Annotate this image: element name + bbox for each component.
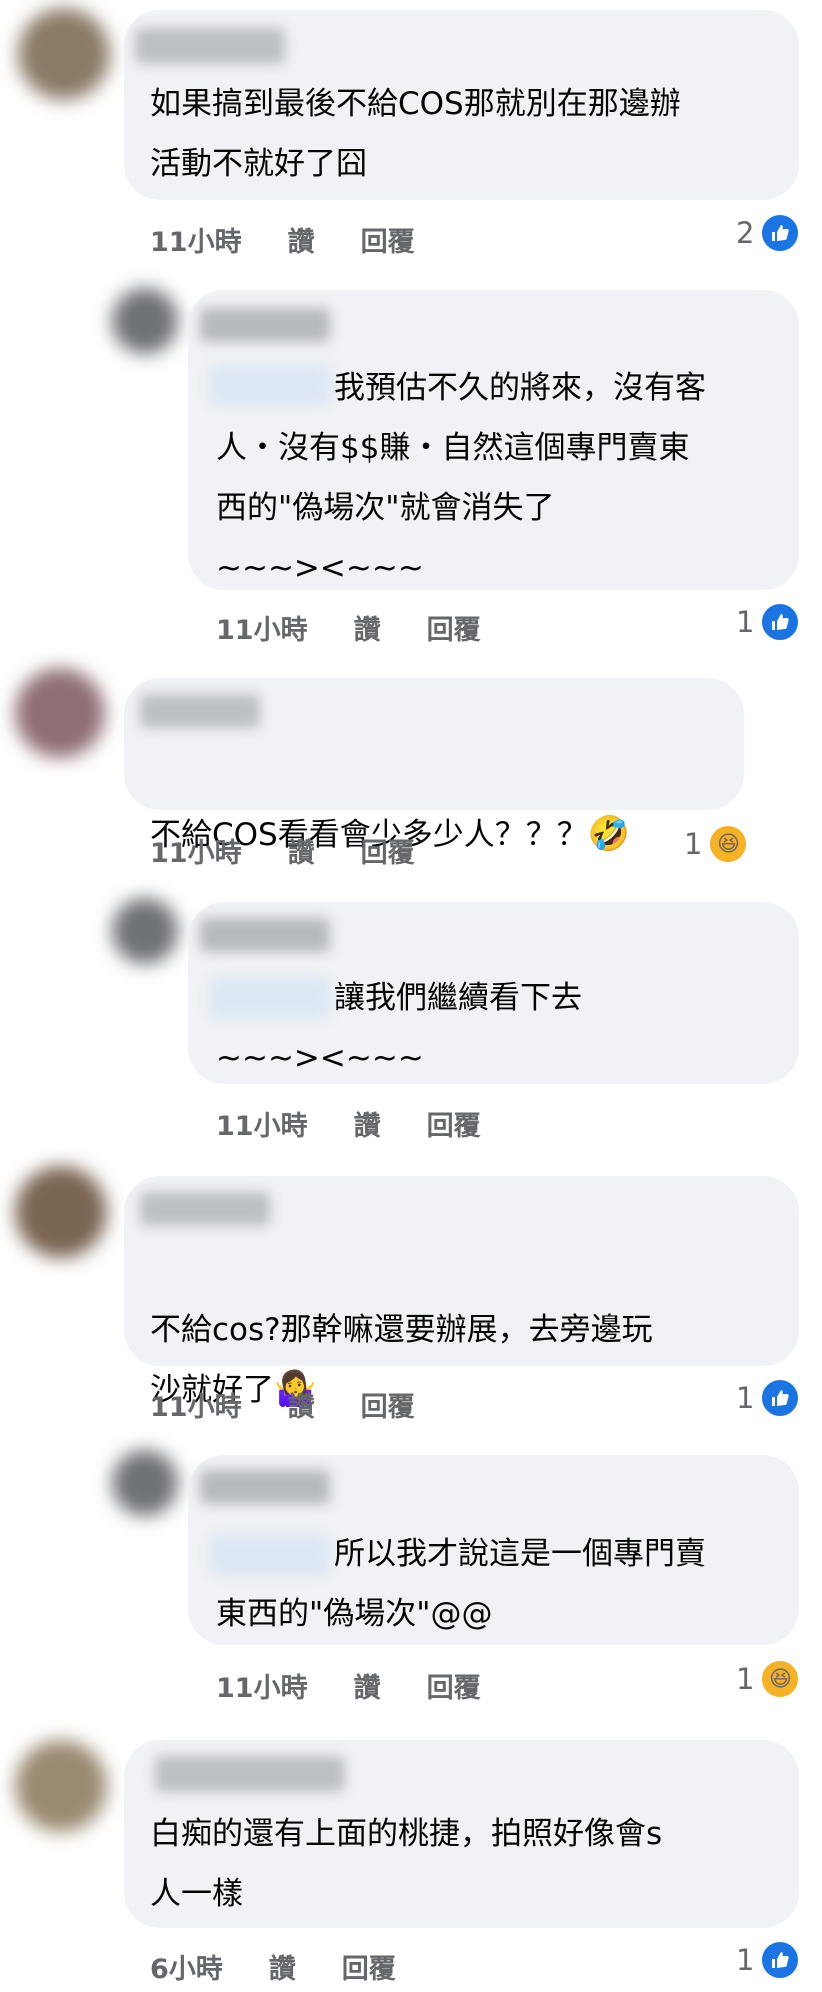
timestamp[interactable]: 6小時 bbox=[150, 1947, 223, 1986]
like-icon bbox=[760, 213, 801, 253]
timestamp[interactable]: 11小時 bbox=[150, 831, 242, 870]
author-name-redacted[interactable] bbox=[200, 1470, 330, 1504]
avatar[interactable] bbox=[18, 8, 110, 100]
avatar[interactable] bbox=[112, 1450, 178, 1516]
like-button[interactable]: 讚 bbox=[354, 1104, 381, 1143]
reaction-summary[interactable]: 1 bbox=[736, 602, 801, 642]
comment-text: 我預估不久的將來，沒有客 人・沒有$$賺・自然這個專門賣東 西的"偽場次"就會消… bbox=[216, 370, 706, 586]
haha-icon: 😆 bbox=[708, 824, 749, 864]
comment-actions: 6小時 讚 回覆 bbox=[150, 1947, 396, 1986]
comment-actions: 11小時 讚 回覆 bbox=[216, 1666, 481, 1705]
author-name-redacted[interactable] bbox=[200, 308, 330, 342]
like-button[interactable]: 讚 bbox=[288, 1385, 315, 1424]
reply-button[interactable]: 回覆 bbox=[361, 1385, 415, 1424]
author-name-redacted[interactable] bbox=[200, 918, 330, 952]
comment-text: 所以我才說這是一個專門賣 東西的"偽場次"@@ bbox=[216, 1536, 706, 1632]
like-icon bbox=[760, 602, 801, 642]
haha-icon: 😆 bbox=[760, 1659, 801, 1699]
reaction-summary[interactable]: 1 😆 bbox=[736, 1659, 801, 1699]
comment-text: 白痴的還有上面的桃捷，拍照好像會s 人一樣 bbox=[150, 1816, 663, 1912]
reaction-count: 1 bbox=[736, 1381, 755, 1415]
reply-button[interactable]: 回覆 bbox=[427, 1666, 481, 1705]
reaction-count: 1 bbox=[736, 605, 755, 639]
reaction-summary[interactable]: 1 bbox=[736, 1378, 801, 1418]
reaction-summary[interactable]: 1 😆 bbox=[684, 824, 749, 864]
reply-button[interactable]: 回覆 bbox=[361, 220, 415, 259]
like-button[interactable]: 讚 bbox=[354, 608, 381, 647]
reaction-count: 1 bbox=[736, 1943, 755, 1977]
reply-button[interactable]: 回覆 bbox=[427, 608, 481, 647]
reaction-count: 1 bbox=[736, 1662, 755, 1696]
avatar[interactable] bbox=[15, 1740, 107, 1832]
reaction-summary[interactable]: 2 bbox=[736, 213, 801, 253]
reply-button[interactable]: 回覆 bbox=[361, 831, 415, 870]
avatar[interactable] bbox=[15, 668, 105, 758]
comment-actions: 11小時 讚 回覆 bbox=[216, 608, 481, 647]
avatar[interactable] bbox=[112, 898, 178, 964]
author-name-redacted[interactable] bbox=[135, 28, 285, 64]
author-name-redacted[interactable] bbox=[155, 1756, 345, 1792]
author-name-redacted[interactable] bbox=[140, 694, 260, 728]
timestamp[interactable]: 11小時 bbox=[150, 1385, 242, 1424]
reaction-summary[interactable]: 1 bbox=[736, 1940, 801, 1980]
avatar[interactable] bbox=[112, 288, 178, 354]
timestamp[interactable]: 11小時 bbox=[216, 608, 308, 647]
reply-button[interactable]: 回覆 bbox=[342, 1947, 396, 1986]
timestamp[interactable]: 11小時 bbox=[150, 220, 242, 259]
rolling-laughing-emoji: 🤣 bbox=[587, 814, 631, 854]
comment-text: 如果搞到最後不給COS那就別在那邊辦 活動不就好了囧 bbox=[150, 86, 681, 182]
comment-actions: 11小時 讚 回覆 bbox=[216, 1104, 481, 1143]
timestamp[interactable]: 11小時 bbox=[216, 1666, 308, 1705]
like-button[interactable]: 讚 bbox=[354, 1666, 381, 1705]
like-button[interactable]: 讚 bbox=[288, 220, 315, 259]
comment-actions: 11小時 讚 回覆 bbox=[150, 1385, 415, 1424]
comment-actions: 11小時 讚 回覆 bbox=[150, 220, 415, 259]
author-name-redacted[interactable] bbox=[140, 1192, 270, 1226]
like-button[interactable]: 讚 bbox=[269, 1947, 296, 1986]
like-icon bbox=[760, 1378, 801, 1418]
comment-actions: 11小時 讚 回覆 bbox=[150, 831, 415, 870]
comment-text: 讓我們繼續看下去 ~~~><~~~ bbox=[216, 980, 582, 1076]
timestamp[interactable]: 11小時 bbox=[216, 1104, 308, 1143]
reaction-count: 2 bbox=[736, 216, 755, 250]
reply-button[interactable]: 回覆 bbox=[427, 1104, 481, 1143]
like-button[interactable]: 讚 bbox=[288, 831, 315, 870]
avatar[interactable] bbox=[15, 1166, 107, 1258]
reaction-count: 1 bbox=[684, 827, 703, 861]
like-icon bbox=[760, 1940, 801, 1980]
